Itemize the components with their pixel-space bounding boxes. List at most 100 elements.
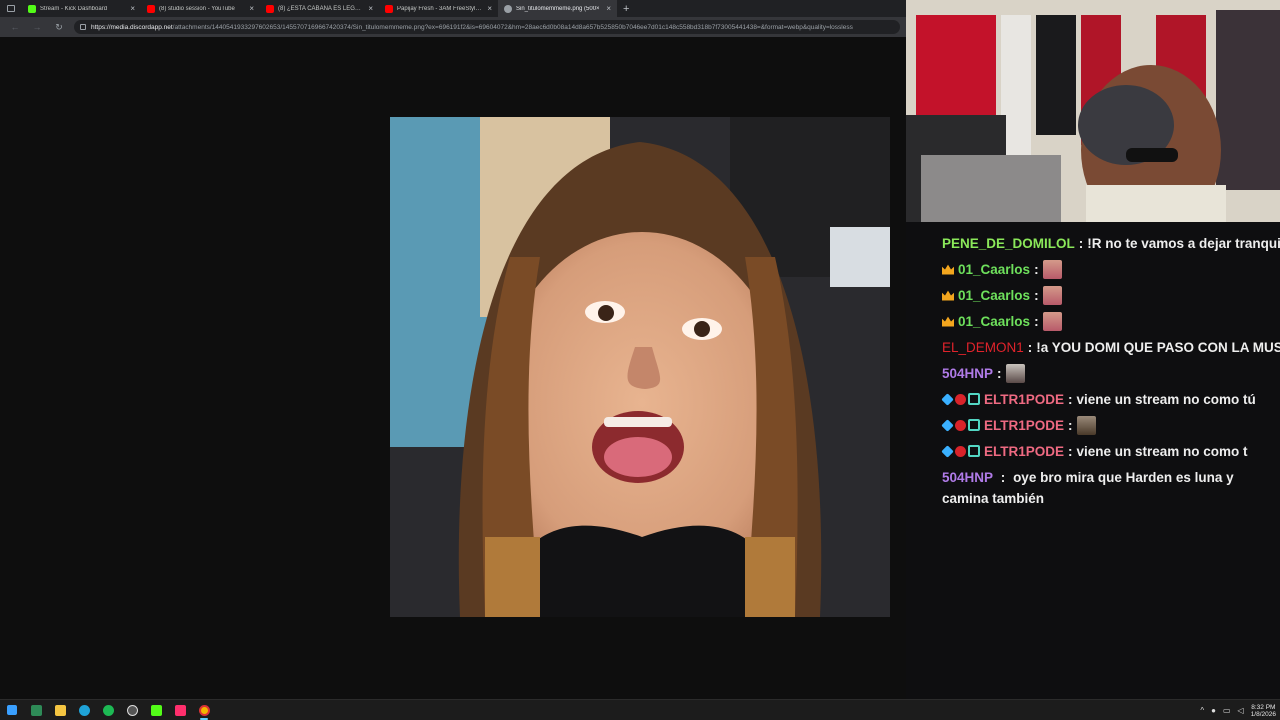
close-tab-icon[interactable]: × — [249, 4, 254, 13]
chat-badges — [941, 392, 980, 406]
chat-username[interactable]: PENE_DE_DOMILOL — [942, 236, 1075, 251]
chat-username[interactable]: ELTR1PODE — [984, 392, 1064, 407]
back-arrow-icon[interactable]: ← — [8, 22, 22, 32]
url-text: https://media.discordapp.net/attachments… — [91, 24, 853, 31]
chat-badges — [942, 290, 954, 301]
desktop: Stream - Kick Dashboard × (8) studio ses… — [0, 0, 1280, 720]
chat-username[interactable]: 01_Caarlos — [958, 288, 1030, 303]
chat-username[interactable]: ELTR1PODE — [984, 444, 1064, 459]
chat-username[interactable]: 504HNP — [942, 470, 993, 485]
tab-title: (8) studio session - YouTube — [159, 5, 235, 12]
chat-separator: : — [1027, 339, 1033, 355]
chat-separator: : — [1034, 287, 1039, 303]
chat-message: 504HNP : oye bro mira que Harden es luna… — [906, 464, 1280, 509]
chat-username[interactable]: ELTR1PODE — [984, 418, 1064, 433]
tab-search-icon[interactable] — [0, 0, 22, 17]
chat-separator: : — [1068, 391, 1073, 407]
new-tab-button[interactable]: + — [617, 3, 629, 15]
obs-icon[interactable] — [120, 700, 144, 720]
chat-separator: : — [1034, 261, 1039, 277]
close-tab-icon[interactable]: × — [606, 4, 611, 13]
microphone-icon[interactable]: ● — [1211, 706, 1216, 715]
red-badge-icon — [955, 419, 966, 431]
chat-emote — [1042, 311, 1062, 331]
browser-toolbar: ← → ↻ https://media.discordapp.net/attac… — [0, 17, 906, 37]
chat-emote — [1042, 259, 1062, 279]
crown-icon — [942, 264, 954, 275]
tab-youtube-studio-session[interactable]: (8) studio session - YouTube × — [141, 0, 260, 17]
terminal-icon[interactable] — [24, 700, 48, 720]
chrome-icon[interactable] — [192, 700, 216, 720]
tab-kick-dashboard[interactable]: Stream - Kick Dashboard × — [22, 0, 141, 17]
chat-badges — [942, 264, 954, 275]
clock[interactable]: 8:32 PM 1/8/2026 — [1251, 704, 1276, 718]
tab-title: Papijay Fresh - 3AM FreeStyle - D — [397, 5, 484, 12]
globe-favicon-icon — [504, 4, 512, 13]
image-viewer — [0, 37, 906, 699]
chat-separator: : — [1078, 235, 1084, 251]
chat-message: EL_DEMON1 : !a YOU DOMI QUE PASO CON LA … — [906, 334, 1280, 360]
url-host: https://media.discordapp.net — [91, 23, 173, 31]
browser-tab-strip: Stream - Kick Dashboard × (8) studio ses… — [0, 0, 906, 17]
chat-username[interactable]: 01_Caarlos — [958, 262, 1030, 277]
chat-message: 01_Caarlos : — [906, 282, 1280, 308]
chat-message: 01_Caarlos : — [906, 308, 1280, 334]
spotify-icon[interactable] — [96, 700, 120, 720]
tab-image-sin-titulo[interactable]: Sin_titulomemmeme.png (500× × — [498, 0, 617, 17]
chat-username[interactable]: 504HNP — [942, 366, 993, 381]
site-info-icon[interactable] — [80, 24, 86, 30]
close-tab-icon[interactable]: × — [487, 4, 492, 13]
forward-arrow-icon[interactable]: → — [30, 22, 44, 32]
url-path: /attachments/1440541933297602653/1455707… — [172, 23, 853, 31]
chat-text: !R no te vamos a dejar tranquilo — [1087, 235, 1280, 251]
windows-start-icon[interactable] — [0, 700, 24, 720]
chat-separator: : — [1068, 443, 1073, 459]
chat-separator: : — [1068, 417, 1073, 433]
clock-time: 8:32 PM — [1251, 703, 1276, 711]
edge-icon[interactable] — [72, 700, 96, 720]
cube-icon — [941, 392, 954, 406]
windows-taskbar: ^ ● ▭ ◁ 8:32 PM 1/8/2026 — [0, 699, 1280, 720]
chat-message: 01_Caarlos : — [906, 256, 1280, 282]
tab-title: Sin_titulomemmeme.png (500× — [516, 5, 600, 12]
address-bar[interactable]: https://media.discordapp.net/attachments… — [74, 20, 900, 34]
chat-username[interactable]: EL_DEMON1 — [942, 340, 1024, 355]
close-tab-icon[interactable]: × — [368, 4, 373, 13]
chat-text: viene un stream no como t — [1076, 443, 1248, 459]
chat-badges — [941, 444, 980, 458]
tab-youtube-papijay[interactable]: Papijay Fresh - 3AM FreeStyle - D × — [379, 0, 498, 17]
reload-icon[interactable]: ↻ — [52, 22, 66, 33]
cube-icon — [941, 444, 954, 458]
sub-badge-icon — [968, 419, 980, 431]
clock-date: 1/8/2026 — [1250, 710, 1276, 718]
chat-username[interactable]: 01_Caarlos — [958, 314, 1030, 329]
tiktok-icon[interactable] — [168, 700, 192, 720]
tab-youtube-cabana[interactable]: (8) ¿ESTA CABAÑA ES LEGAL? 😳 × — [260, 0, 379, 17]
stream-chat-overlay: PENE_DE_DOMILOL : !R no te vamos a dejar… — [906, 222, 1280, 699]
volume-icon[interactable]: ◁ — [1238, 706, 1244, 715]
tab-title: (8) ¿ESTA CABAÑA ES LEGAL? 😳 — [278, 6, 365, 12]
chat-emote — [1005, 363, 1025, 383]
red-badge-icon — [955, 445, 966, 457]
chat-text: viene un stream no como tú — [1076, 391, 1256, 407]
sub-badge-icon — [968, 445, 980, 457]
chat-message: PENE_DE_DOMILOL : !R no te vamos a dejar… — [906, 230, 1280, 256]
chat-separator: : — [1000, 470, 1006, 485]
chat-emote — [1076, 415, 1096, 435]
kick-icon[interactable] — [144, 700, 168, 720]
chevron-up-icon[interactable]: ^ — [1200, 706, 1204, 715]
tab-title: Stream - Kick Dashboard — [40, 5, 108, 12]
file-explorer-icon[interactable] — [48, 700, 72, 720]
chat-message: ELTR1PODE : viene un stream no como t — [906, 438, 1280, 464]
chat-badges — [941, 418, 980, 432]
webcam-scene-illustration — [906, 0, 1280, 222]
displayed-photo[interactable] — [390, 117, 890, 617]
network-icon[interactable]: ▭ — [1223, 706, 1231, 715]
system-tray: ^ ● ▭ ◁ 8:32 PM 1/8/2026 — [1200, 700, 1276, 720]
kick-favicon-icon — [28, 4, 36, 13]
close-tab-icon[interactable]: × — [130, 4, 135, 13]
chat-separator: : — [997, 365, 1002, 381]
youtube-favicon-icon — [266, 4, 274, 13]
chat-message: ELTR1PODE : — [906, 412, 1280, 438]
portrait-photo-illustration — [390, 117, 890, 617]
